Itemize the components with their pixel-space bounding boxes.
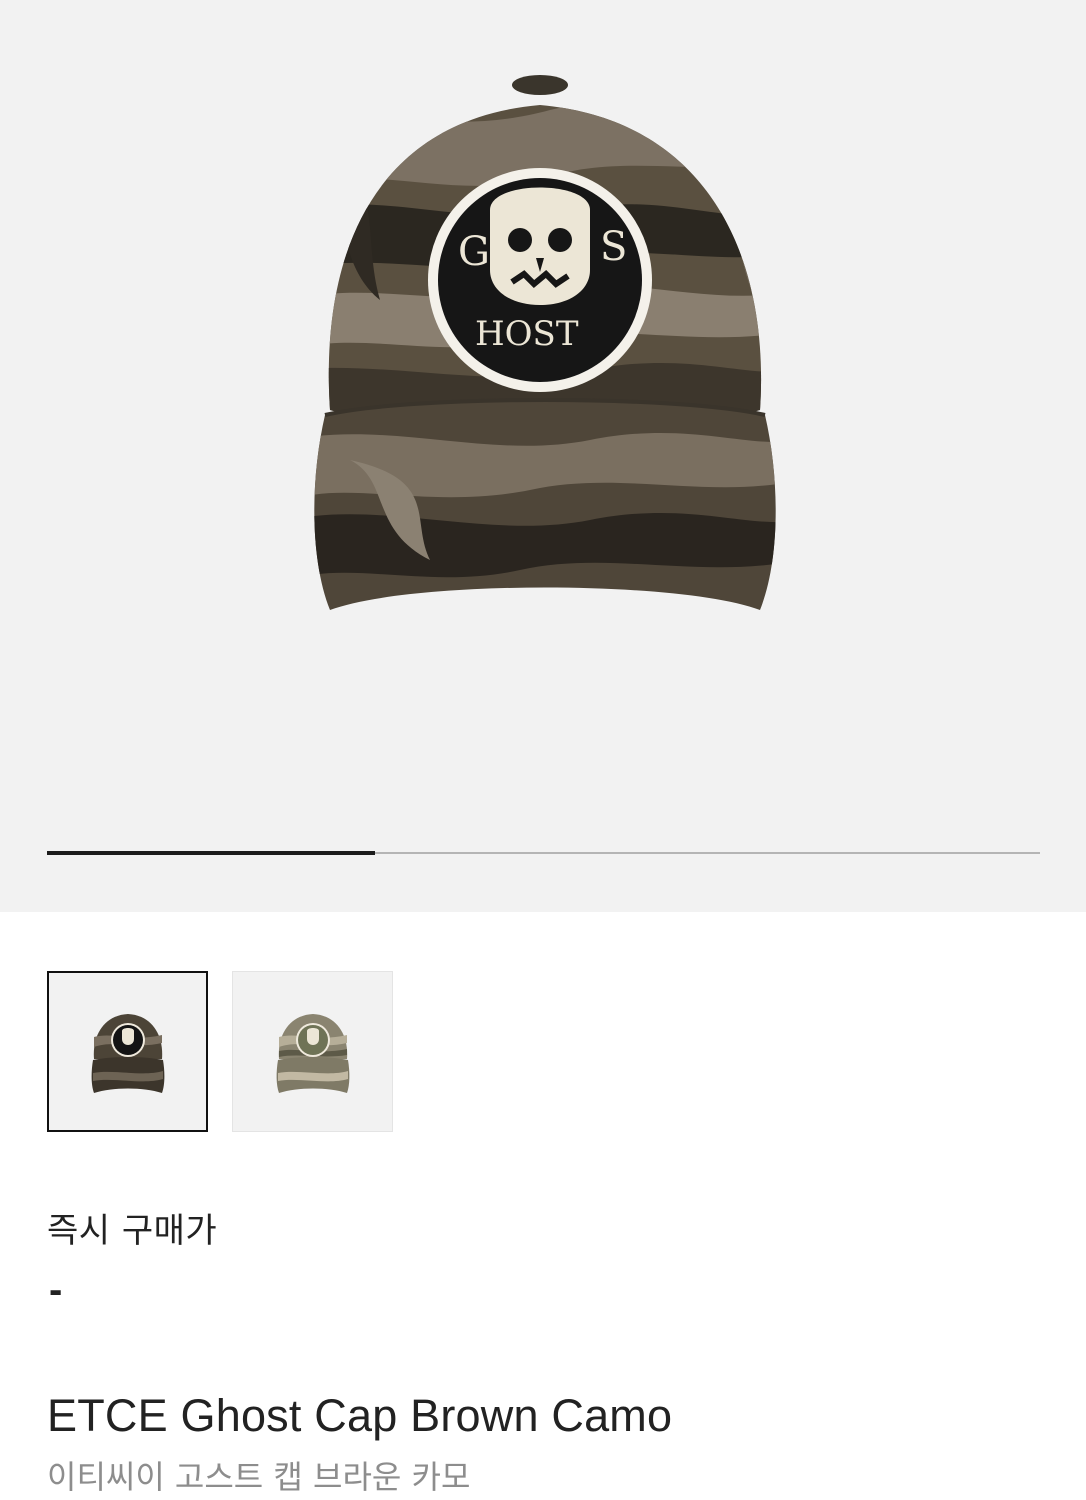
thumbnail-brown-camo[interactable] [47,971,208,1132]
ghost-camo-cap-image: G S HOST [314,75,776,610]
green-camo-cap-thumbnail [276,1013,349,1093]
product-image-gallery[interactable]: G S HOST [0,0,1086,912]
svg-text:S: S [600,224,627,270]
thumbnail-list [47,971,393,1132]
thumbnail-green-camo[interactable] [232,971,393,1132]
gallery-progress-bar [47,851,1040,855]
instant-buy-price-value: - [49,1268,63,1312]
product-title-english: ETCE Ghost Cap Brown Camo [47,1390,673,1441]
product-title-korean: 이티씨이 고스트 캡 브라운 카모 [47,1458,471,1496]
instant-buy-price-label: 즉시 구매가 [47,1211,218,1251]
svg-text:HOST: HOST [475,314,579,354]
svg-text:G: G [458,229,490,275]
brown-camo-cap-thumbnail [91,1013,164,1093]
gallery-progress-fill [47,851,375,855]
